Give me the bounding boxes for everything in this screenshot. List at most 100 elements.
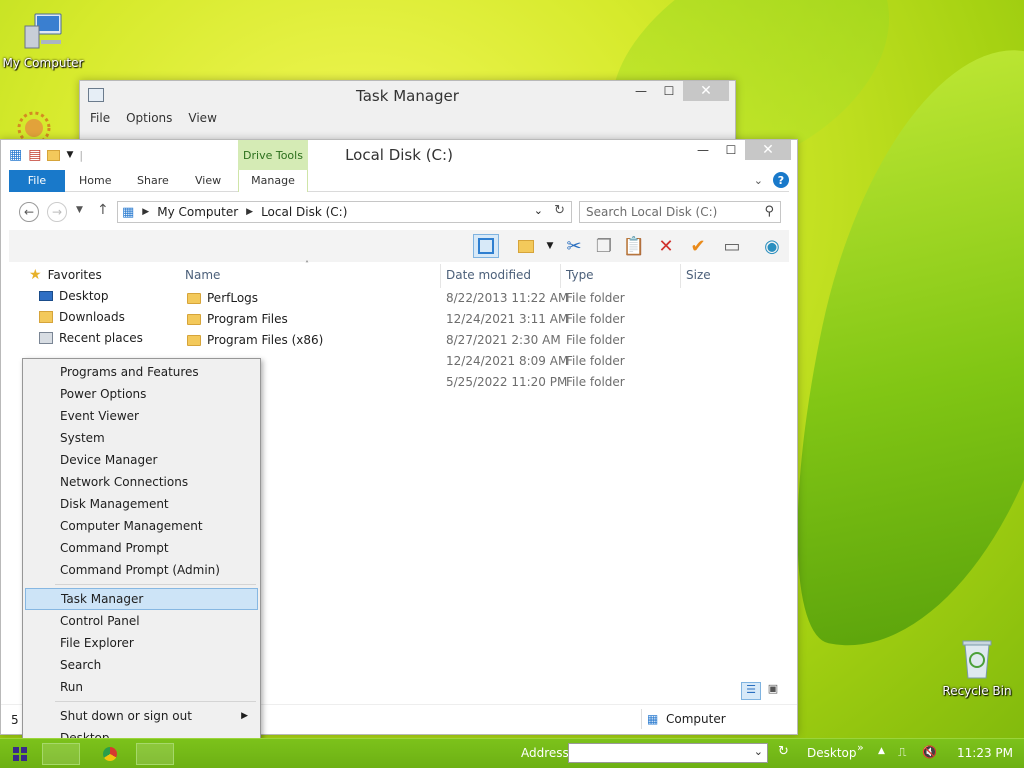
- menu-item-search[interactable]: Search: [25, 654, 258, 676]
- breadcrumb-my-computer[interactable]: My Computer: [157, 205, 238, 219]
- up-button[interactable]: ↑: [97, 202, 109, 218]
- column-type[interactable]: Type: [566, 268, 594, 282]
- address-bar[interactable]: ▦ ▶ My Computer ▶ Local Disk (C:) ⌄ ↻: [117, 201, 572, 223]
- column-divider[interactable]: [440, 264, 441, 288]
- nav-favorites[interactable]: ★ Favorites: [9, 264, 169, 285]
- properties-icon[interactable]: ▭: [719, 234, 745, 258]
- column-divider[interactable]: [680, 264, 681, 288]
- column-name[interactable]: Name: [185, 268, 220, 282]
- menu-view[interactable]: View: [188, 111, 226, 125]
- preview-pane-icon[interactable]: [473, 234, 499, 258]
- tab-file[interactable]: File: [9, 170, 65, 192]
- menu-item-programs-and-features[interactable]: Programs and Features: [25, 361, 258, 383]
- column-size[interactable]: Size: [686, 268, 711, 282]
- nav-desktop[interactable]: Desktop: [9, 285, 169, 306]
- back-button[interactable]: ←: [19, 202, 39, 222]
- address-dropdown-icon[interactable]: ⌄: [534, 204, 543, 217]
- taskbar-address-input[interactable]: ⌄: [568, 743, 768, 763]
- menu-item-computer-management[interactable]: Computer Management: [25, 515, 258, 537]
- menu-item-run[interactable]: Run: [25, 676, 258, 698]
- taskbar-file-explorer[interactable]: [42, 743, 80, 765]
- table-row[interactable]: Program Files 12/24/2021 3:11 AM File fo…: [179, 309, 789, 330]
- maximize-button[interactable]: ☐: [717, 140, 745, 160]
- paste-icon[interactable]: 📋: [621, 234, 647, 258]
- nav-recent-places-label: Recent places: [59, 330, 143, 345]
- search-icon[interactable]: ⚲: [764, 204, 774, 219]
- cut-icon[interactable]: ✂: [561, 234, 587, 258]
- file-name: PerfLogs: [207, 291, 259, 305]
- tab-home[interactable]: Home: [79, 170, 111, 192]
- desktop-icon-my-computer[interactable]: My Computer: [0, 10, 86, 70]
- network-icon[interactable]: ⎍: [898, 745, 906, 760]
- dropdown-icon[interactable]: ▼: [537, 234, 563, 258]
- breadcrumb-separator-icon: ▶: [142, 207, 150, 217]
- address-row: ← → ▼ ↑ ▦ ▶ My Computer ▶ Local Disk (C:…: [9, 198, 789, 226]
- forward-button[interactable]: →: [47, 202, 67, 222]
- menu-item-network-connections[interactable]: Network Connections: [25, 471, 258, 493]
- details-view-icon[interactable]: ☰: [741, 682, 761, 700]
- address-go-icon[interactable]: ↻: [778, 744, 789, 759]
- menu-item-command-prompt[interactable]: Command Prompt: [25, 537, 258, 559]
- menu-item-command-prompt-admin[interactable]: Command Prompt (Admin): [25, 559, 258, 581]
- taskbar-browser[interactable]: [98, 741, 122, 767]
- large-icons-view-icon[interactable]: ▣: [763, 682, 783, 700]
- column-divider[interactable]: [560, 264, 561, 288]
- file-list: Name ˄ Date modified Type Size PerfLogs …: [179, 260, 789, 393]
- menu-item-event-viewer[interactable]: Event Viewer: [25, 405, 258, 427]
- expand-ribbon-icon[interactable]: ⌄: [754, 174, 763, 187]
- delete-icon[interactable]: ✕: [653, 234, 679, 258]
- search-input[interactable]: Search Local Disk (C:) ⚲: [579, 201, 781, 223]
- desktop-toolbar-label[interactable]: Desktop: [807, 746, 857, 760]
- menu-item-system[interactable]: System: [25, 427, 258, 449]
- nav-downloads[interactable]: Downloads: [9, 306, 169, 327]
- menu-item-task-manager[interactable]: Task Manager: [25, 588, 258, 610]
- computer-icon: [24, 13, 62, 49]
- menu-item-disk-management[interactable]: Disk Management: [25, 493, 258, 515]
- tab-view[interactable]: View: [195, 170, 221, 192]
- rename-icon[interactable]: ✔: [685, 234, 711, 258]
- start-button[interactable]: [8, 741, 32, 767]
- task-manager-titlebar[interactable]: Task Manager — ☐ ✕: [80, 81, 735, 111]
- clock[interactable]: 11:23 PM: [957, 746, 1013, 760]
- minimize-button[interactable]: —: [689, 140, 717, 160]
- ribbon-tabs: File Home Share View Manage ⌄ ?: [9, 170, 789, 192]
- taskbar-task-manager[interactable]: [136, 743, 174, 765]
- desktop-icon-recycle-bin[interactable]: Recycle Bin: [934, 636, 1020, 698]
- minimize-button[interactable]: —: [627, 81, 655, 101]
- file-date: 12/24/2021 3:11 AM: [446, 312, 569, 326]
- move-to-icon[interactable]: [513, 234, 539, 258]
- nav-recent-places[interactable]: Recent places: [9, 327, 169, 348]
- address-dropdown-icon[interactable]: ⌄: [754, 745, 763, 758]
- refresh-icon[interactable]: ↻: [554, 203, 565, 218]
- tab-manage[interactable]: Manage: [238, 170, 308, 192]
- menu-item-power-options[interactable]: Power Options: [25, 383, 258, 405]
- close-button[interactable]: ✕: [683, 81, 729, 101]
- globe-icon[interactable]: ◉: [759, 234, 785, 258]
- help-icon[interactable]: ?: [773, 172, 789, 188]
- menu-item-file-explorer[interactable]: File Explorer: [25, 632, 258, 654]
- menu-file[interactable]: File: [90, 111, 120, 125]
- address-toolbar-label: Address: [521, 746, 569, 760]
- table-row[interactable]: 5/25/2022 11:20 PM File folder: [179, 372, 789, 393]
- table-row[interactable]: 12/24/2021 8:09 AM File folder: [179, 351, 789, 372]
- toolbar-expand-icon[interactable]: »: [857, 741, 864, 754]
- menu-item-shut-down-or-sign-out[interactable]: Shut down or sign out ▶: [25, 705, 258, 727]
- tab-share[interactable]: Share: [137, 170, 169, 192]
- desktop-icon: [39, 290, 53, 301]
- file-name: Program Files (x86): [207, 333, 324, 347]
- menu-item-device-manager[interactable]: Device Manager: [25, 449, 258, 471]
- copy-icon[interactable]: ❐: [591, 234, 617, 258]
- explorer-titlebar[interactable]: ▦ ▤ ▼ | Drive Tools Local Disk (C:) — ☐ …: [1, 140, 797, 170]
- show-hidden-icons-icon[interactable]: ▲: [878, 746, 885, 756]
- table-row[interactable]: PerfLogs 8/22/2013 11:22 AM File folder: [179, 288, 789, 309]
- volume-muted-icon[interactable]: 🔇: [922, 745, 937, 759]
- recent-locations-icon[interactable]: ▼: [76, 205, 83, 215]
- view-buttons: ☰ ▣: [741, 682, 783, 700]
- menu-item-control-panel[interactable]: Control Panel: [25, 610, 258, 632]
- menu-options[interactable]: Options: [126, 111, 182, 125]
- breadcrumb-local-disk[interactable]: Local Disk (C:): [261, 205, 347, 219]
- close-button[interactable]: ✕: [745, 140, 791, 160]
- table-row[interactable]: Program Files (x86) 8/27/2021 2:30 AM Fi…: [179, 330, 789, 351]
- column-date-modified[interactable]: Date modified: [446, 268, 531, 282]
- maximize-button[interactable]: ☐: [655, 81, 683, 101]
